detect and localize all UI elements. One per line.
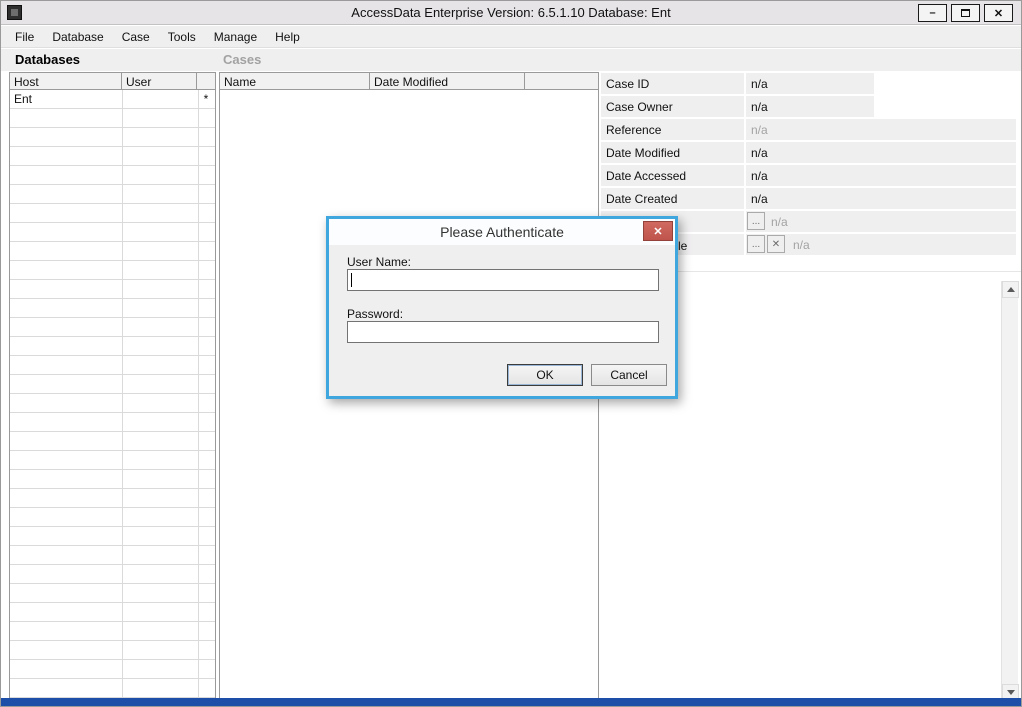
- field-value: n/a: [751, 146, 768, 160]
- field-value: n/a: [771, 215, 788, 229]
- dialog-title: Please Authenticate: [440, 224, 564, 240]
- field-label: Case Owner: [601, 96, 744, 117]
- column-header-host[interactable]: Host: [10, 73, 122, 89]
- clear-icon[interactable]: ✕: [767, 235, 785, 253]
- minimize-icon: –: [929, 7, 936, 19]
- detail-row-date-modified: Date Modified n/a: [601, 141, 1021, 164]
- field-strip: [746, 234, 1016, 255]
- close-icon: ✕: [653, 225, 663, 238]
- field-label: Reference: [601, 119, 744, 140]
- browse-button[interactable]: ...: [747, 212, 765, 230]
- field-strip: [746, 119, 1016, 140]
- menu-bar: File Database Case Tools Manage Help: [1, 26, 1021, 48]
- bottom-edge-strip: [1, 698, 1021, 706]
- field-value: n/a: [751, 77, 768, 91]
- close-button[interactable]: ✕: [984, 4, 1013, 22]
- column-divider: [198, 90, 199, 698]
- field-strip: [746, 188, 1016, 209]
- password-field-wrap: [347, 321, 659, 343]
- cell-host: Ent: [14, 92, 33, 106]
- username-label: User Name:: [347, 255, 412, 269]
- detail-row-date-accessed: Date Accessed n/a: [601, 164, 1021, 187]
- column-header-date-modified[interactable]: Date Modified: [370, 73, 525, 89]
- scroll-up-button[interactable]: [1002, 281, 1019, 298]
- menu-tools[interactable]: Tools: [160, 27, 206, 47]
- menu-case[interactable]: Case: [114, 27, 160, 47]
- field-label-fragment: le: [678, 239, 688, 253]
- maximize-button[interactable]: [951, 4, 980, 22]
- detail-row-case-id: Case ID n/a: [601, 72, 1021, 95]
- field-value: n/a: [751, 169, 768, 183]
- column-divider: [122, 90, 123, 698]
- field-value: n/a: [751, 100, 768, 114]
- cancel-button[interactable]: Cancel: [591, 364, 667, 386]
- close-icon: ✕: [993, 7, 1004, 20]
- password-input[interactable]: [347, 321, 659, 343]
- username-input[interactable]: [347, 269, 659, 291]
- window-title: AccessData Enterprise Version: 6.5.1.10 …: [351, 5, 671, 20]
- cases-heading: Cases: [223, 52, 262, 67]
- title-bar: AccessData Enterprise Version: 6.5.1.10 …: [1, 1, 1021, 25]
- column-header-user[interactable]: User: [122, 73, 197, 89]
- ok-button[interactable]: OK: [507, 364, 583, 386]
- databases-table: Host User Ent *: [9, 72, 216, 698]
- app-window: AccessData Enterprise Version: 6.5.1.10 …: [0, 0, 1022, 707]
- menu-database[interactable]: Database: [44, 27, 113, 47]
- table-row[interactable]: Ent *: [10, 90, 215, 109]
- text-caret: [351, 273, 352, 287]
- password-label: Password:: [347, 307, 404, 321]
- dialog-close-button[interactable]: ✕: [643, 221, 673, 241]
- databases-table-header: Host User: [10, 72, 215, 90]
- vertical-scrollbar[interactable]: [1001, 281, 1019, 701]
- browse-button[interactable]: ...: [747, 235, 765, 253]
- dialog-title-bar: Please Authenticate ✕: [329, 219, 675, 245]
- scroll-up-icon: [1006, 287, 1015, 292]
- detail-row-date-created: Date Created n/a: [601, 187, 1021, 210]
- detail-row-reference: Reference n/a: [601, 118, 1021, 141]
- minimize-button[interactable]: –: [918, 4, 947, 22]
- cell-user: [122, 90, 197, 109]
- menu-file[interactable]: File: [7, 27, 44, 47]
- authenticate-dialog: Please Authenticate ✕ User Name: Passwor…: [326, 216, 678, 399]
- cell-flag: *: [203, 92, 209, 106]
- field-label: Date Modified: [601, 142, 744, 163]
- column-header-blank[interactable]: [525, 73, 598, 89]
- column-header-name[interactable]: Name: [220, 73, 370, 89]
- field-label: Date Created: [601, 188, 744, 209]
- field-label: Date Accessed: [601, 165, 744, 186]
- databases-table-body: Ent *: [10, 90, 215, 698]
- menu-help[interactable]: Help: [267, 27, 310, 47]
- field-value: n/a: [751, 123, 768, 137]
- menu-manage[interactable]: Manage: [206, 27, 267, 47]
- scroll-down-icon: [1006, 690, 1015, 695]
- column-header-flag[interactable]: [197, 73, 215, 89]
- section-header: Databases Cases: [1, 49, 1021, 71]
- username-field-wrap: [347, 269, 659, 291]
- detail-row-case-owner: Case Owner n/a: [601, 95, 1021, 118]
- field-strip: [746, 142, 1016, 163]
- databases-heading: Databases: [15, 52, 81, 67]
- maximize-icon: [961, 9, 970, 17]
- cases-table-header: Name Date Modified: [220, 72, 598, 90]
- field-strip: [746, 165, 1016, 186]
- field-label: Case ID: [601, 73, 744, 94]
- window-controls: – ✕: [918, 4, 1013, 22]
- field-value: n/a: [793, 238, 810, 252]
- field-value: n/a: [751, 192, 768, 206]
